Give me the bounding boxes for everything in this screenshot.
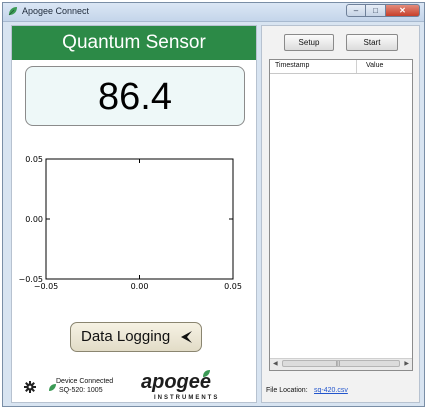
logo-leaf-icon	[203, 370, 210, 377]
plot-svg: −0.050.000.05−0.05 0.00 0.05	[18, 155, 242, 291]
device-id: SQ-520: 1005	[59, 387, 103, 394]
window-title: Apogee Connect	[22, 6, 90, 16]
scrollbar-grip-icon: |||	[336, 361, 340, 367]
x-tick-label: −0.05	[34, 282, 59, 291]
y-tick-label: 0.05	[25, 155, 43, 164]
x-tick-label: 0.00	[131, 282, 149, 291]
title-bar: Apogee Connect – □ ✕	[3, 3, 424, 22]
data-logging-label: Data Logging	[81, 328, 171, 345]
app-window: Apogee Connect – □ ✕ Quantum Sensor 86.4…	[2, 2, 425, 407]
setup-button[interactable]: Setup	[284, 34, 334, 51]
window-controls: – □ ✕	[346, 4, 420, 18]
log-panel: Setup Start Timestamp Value ◀ ||| ▶ File…	[261, 25, 420, 403]
plot-area	[45, 158, 234, 280]
column-timestamp[interactable]: Timestamp	[275, 62, 309, 69]
apogee-logo: apogee	[141, 371, 212, 393]
arrow-left-icon	[181, 331, 192, 343]
close-button[interactable]: ✕	[386, 4, 420, 17]
horizontal-scrollbar[interactable]: ◀ ||| ▶	[270, 358, 412, 370]
maximize-button[interactable]: □	[366, 4, 386, 17]
sensor-reading: 86.4	[25, 66, 245, 126]
live-plot: −0.05 0.00 0.05 −0.05 0.00 0.05	[12, 154, 256, 314]
column-value[interactable]: Value	[366, 62, 383, 69]
file-location-link[interactable]: sq-420.csv	[314, 387, 348, 394]
x-tick-label: 0.05	[224, 282, 242, 291]
scroll-left-icon[interactable]: ◀	[273, 360, 278, 367]
apogee-leaf-icon	[8, 7, 17, 16]
data-logging-button[interactable]: Data Logging	[70, 322, 202, 352]
scroll-right-icon[interactable]: ▶	[404, 360, 409, 367]
minimize-button[interactable]: –	[346, 4, 366, 17]
start-button[interactable]: Start	[346, 34, 398, 51]
logo-tagline: INSTRUMENTS	[154, 395, 220, 401]
y-tick-label: 0.00	[25, 215, 43, 224]
column-divider	[356, 60, 357, 73]
connection-status: Device Connected	[56, 378, 114, 385]
file-location-label: File Location:	[266, 387, 308, 394]
sensor-title: Quantum Sensor	[12, 26, 256, 60]
log-table[interactable]: Timestamp Value ◀ ||| ▶	[269, 59, 413, 371]
table-header: Timestamp Value	[270, 60, 412, 74]
scrollbar-thumb[interactable]: |||	[282, 360, 400, 367]
sensor-panel: Quantum Sensor 86.4 −0.05 0.00 0.05 −0.05 0.…	[11, 25, 257, 403]
gear-icon[interactable]	[24, 381, 36, 393]
